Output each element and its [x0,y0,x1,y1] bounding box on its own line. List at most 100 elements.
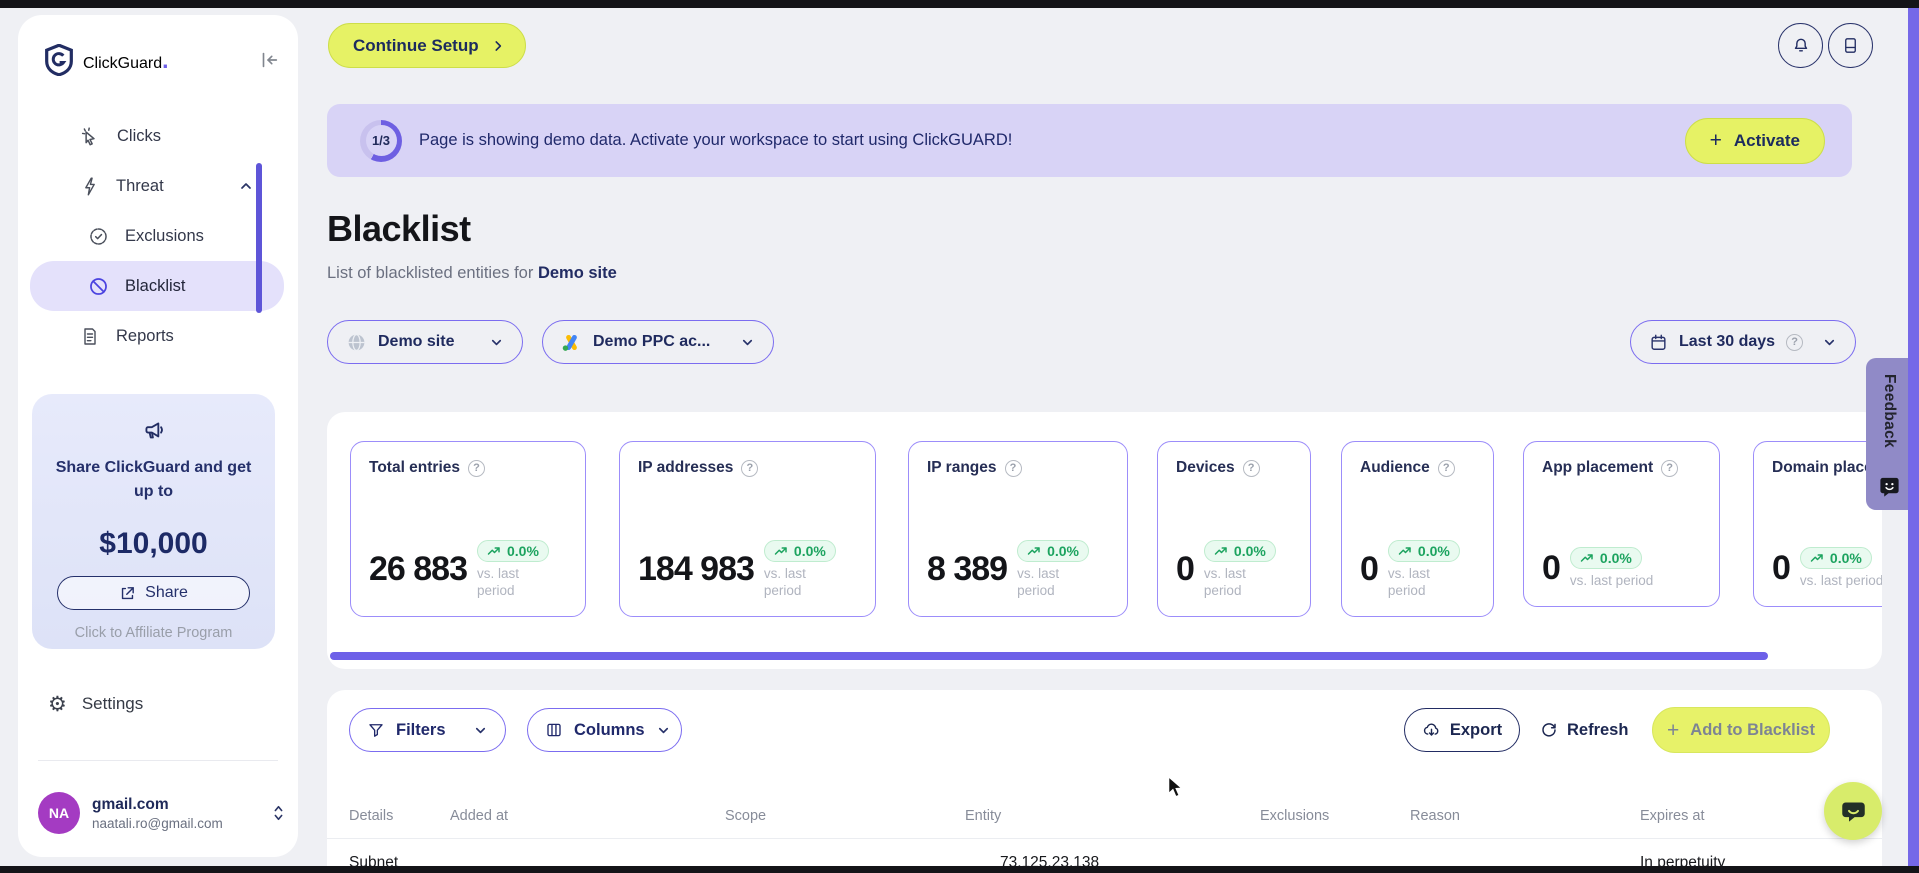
stat-label: Total entries [369,459,567,477]
help-icon[interactable] [1661,459,1679,477]
table-header-divider [327,838,1882,839]
feedback-tab[interactable]: Feedback [1866,358,1913,510]
blacklist-table-panel: Filters Columns Export Refresh + Add to … [327,690,1882,866]
add-to-blacklist-label: Add to Blacklist [1690,720,1815,739]
sidebar-item-clicks[interactable]: Clicks [18,111,298,161]
funnel-icon [367,721,385,739]
lightning-icon [80,176,100,197]
stat-value: 184 983 [638,550,755,589]
trend-badge: 0.0% [763,539,836,562]
help-icon[interactable] [1242,459,1260,477]
help-icon[interactable] [1004,459,1022,477]
trend-up-icon [1580,554,1593,563]
column-header-added-at: Added at [450,808,509,824]
stat-card-audience: Audience 0 0.0% vs. last period [1341,441,1494,617]
chevron-right-icon [491,39,505,53]
stat-label: IP ranges [927,459,1109,477]
page-title: Blacklist [327,208,471,249]
sidebar: ClickGuard. Clicks Threat Exclusions Bla… [18,15,298,857]
continue-setup-button[interactable]: Continue Setup [328,23,526,68]
filters-button[interactable]: Filters [349,708,506,752]
account-switcher[interactable]: NA gmail.com naatali.ro@gmail.com [38,785,286,841]
trend-note: vs. last period [1017,565,1060,599]
brand-wordmark: ClickGuard. [83,46,169,73]
sidebar-item-settings[interactable]: ⚙ Settings [48,689,143,719]
columns-label: Columns [574,720,645,739]
trend-up-icon [487,547,500,555]
sidebar-item-blacklist[interactable]: Blacklist [30,261,284,311]
export-label: Export [1449,720,1503,739]
filters-label: Filters [396,720,446,739]
banner-message: Page is showing demo data. Activate your… [419,131,1013,149]
chevron-down-icon [489,335,504,350]
stat-card-domain-placement: Domain placement 0 0.0% vs. last period [1753,441,1882,607]
trend-badge: 0.0% [1387,539,1460,562]
chat-launcher[interactable] [1824,782,1882,840]
chevron-down-icon [1822,335,1837,350]
stat-card-devices: Devices 0 0.0% vs. last period [1157,441,1311,617]
columns-button[interactable]: Columns [527,708,682,752]
window-top-edge [0,0,1919,8]
stat-value: 0 [1772,549,1791,588]
stats-horizontal-scrollbar[interactable] [330,652,1768,660]
add-to-blacklist-button[interactable]: + Add to Blacklist [1652,707,1830,753]
ban-icon [88,276,109,297]
gear-icon: ⚙ [48,692,67,716]
chevron-down-icon [740,335,755,350]
date-range-selector[interactable]: Last 30 days [1630,320,1856,364]
help-icon[interactable] [1786,333,1804,351]
documentation-button[interactable] [1828,23,1873,68]
feedback-label: Feedback [1881,374,1898,448]
refresh-icon [1540,721,1558,739]
affiliate-link[interactable]: Click to Affiliate Program [32,625,275,641]
trend-note: vs. last period [1569,573,1654,589]
trend-badge: 0.0% [1017,539,1090,562]
sidebar-collapse-button[interactable] [258,49,280,71]
external-link-icon [119,585,136,602]
google-ads-icon [561,332,582,353]
plus-icon: + [1667,718,1680,742]
trend-note: vs. last period [763,565,806,599]
export-button[interactable]: Export [1404,708,1520,752]
site-selector[interactable]: Demo site [327,320,523,364]
trend-up-icon [1027,547,1040,555]
help-icon[interactable] [1437,459,1455,477]
avatar: NA [38,792,80,834]
stat-card-ip-addresses: IP addresses 184 983 0.0% vs. last perio… [619,441,876,617]
stat-label: IP addresses [638,459,857,477]
logo-row: ClickGuard. [44,40,280,80]
date-range-value: Last 30 days [1679,333,1776,350]
subtitle-prefix: List of blacklisted entities for [327,264,538,282]
setup-progress-ring: 1/3 [360,119,402,162]
trend-up-icon [1214,547,1227,555]
brand-dot: . [162,46,169,73]
help-icon[interactable] [741,459,759,477]
trend-note: vs. last period [1799,573,1882,589]
window-bottom-edge [0,866,1919,873]
help-icon[interactable] [468,459,486,477]
stat-label: Audience [1360,459,1475,477]
page-vertical-scrollbar[interactable] [1908,8,1919,866]
sidebar-scrollbar-thumb[interactable] [256,163,262,313]
bell-icon [1791,36,1811,56]
chevron-down-icon [473,723,488,738]
account-info: gmail.com naatali.ro@gmail.com [92,796,223,831]
share-button[interactable]: Share [57,576,250,610]
refresh-button[interactable]: Refresh [1540,708,1628,752]
trend-badge: 0.0% [477,539,549,562]
plus-icon: + [1709,129,1722,152]
trend-badge: 0.0% [1799,547,1872,570]
trend-note: vs. last period [477,565,520,599]
notifications-button[interactable] [1778,23,1823,68]
sidebar-item-reports[interactable]: Reports [18,311,298,361]
trend-badge: 0.0% [1569,547,1642,570]
activate-button[interactable]: + Activate [1684,117,1825,164]
ppc-account-selector[interactable]: Demo PPC ac... [542,320,774,364]
document-icon [80,326,100,347]
setup-progress-step: 1/3 [365,125,397,156]
trend-note: vs. last period [1203,565,1246,599]
chevron-up-down-icon[interactable] [271,803,286,823]
cloud-download-icon [1422,721,1441,740]
stat-card-ip-ranges: IP ranges 8 389 0.0% vs. last period [908,441,1128,617]
chevron-up-icon[interactable] [238,178,254,194]
